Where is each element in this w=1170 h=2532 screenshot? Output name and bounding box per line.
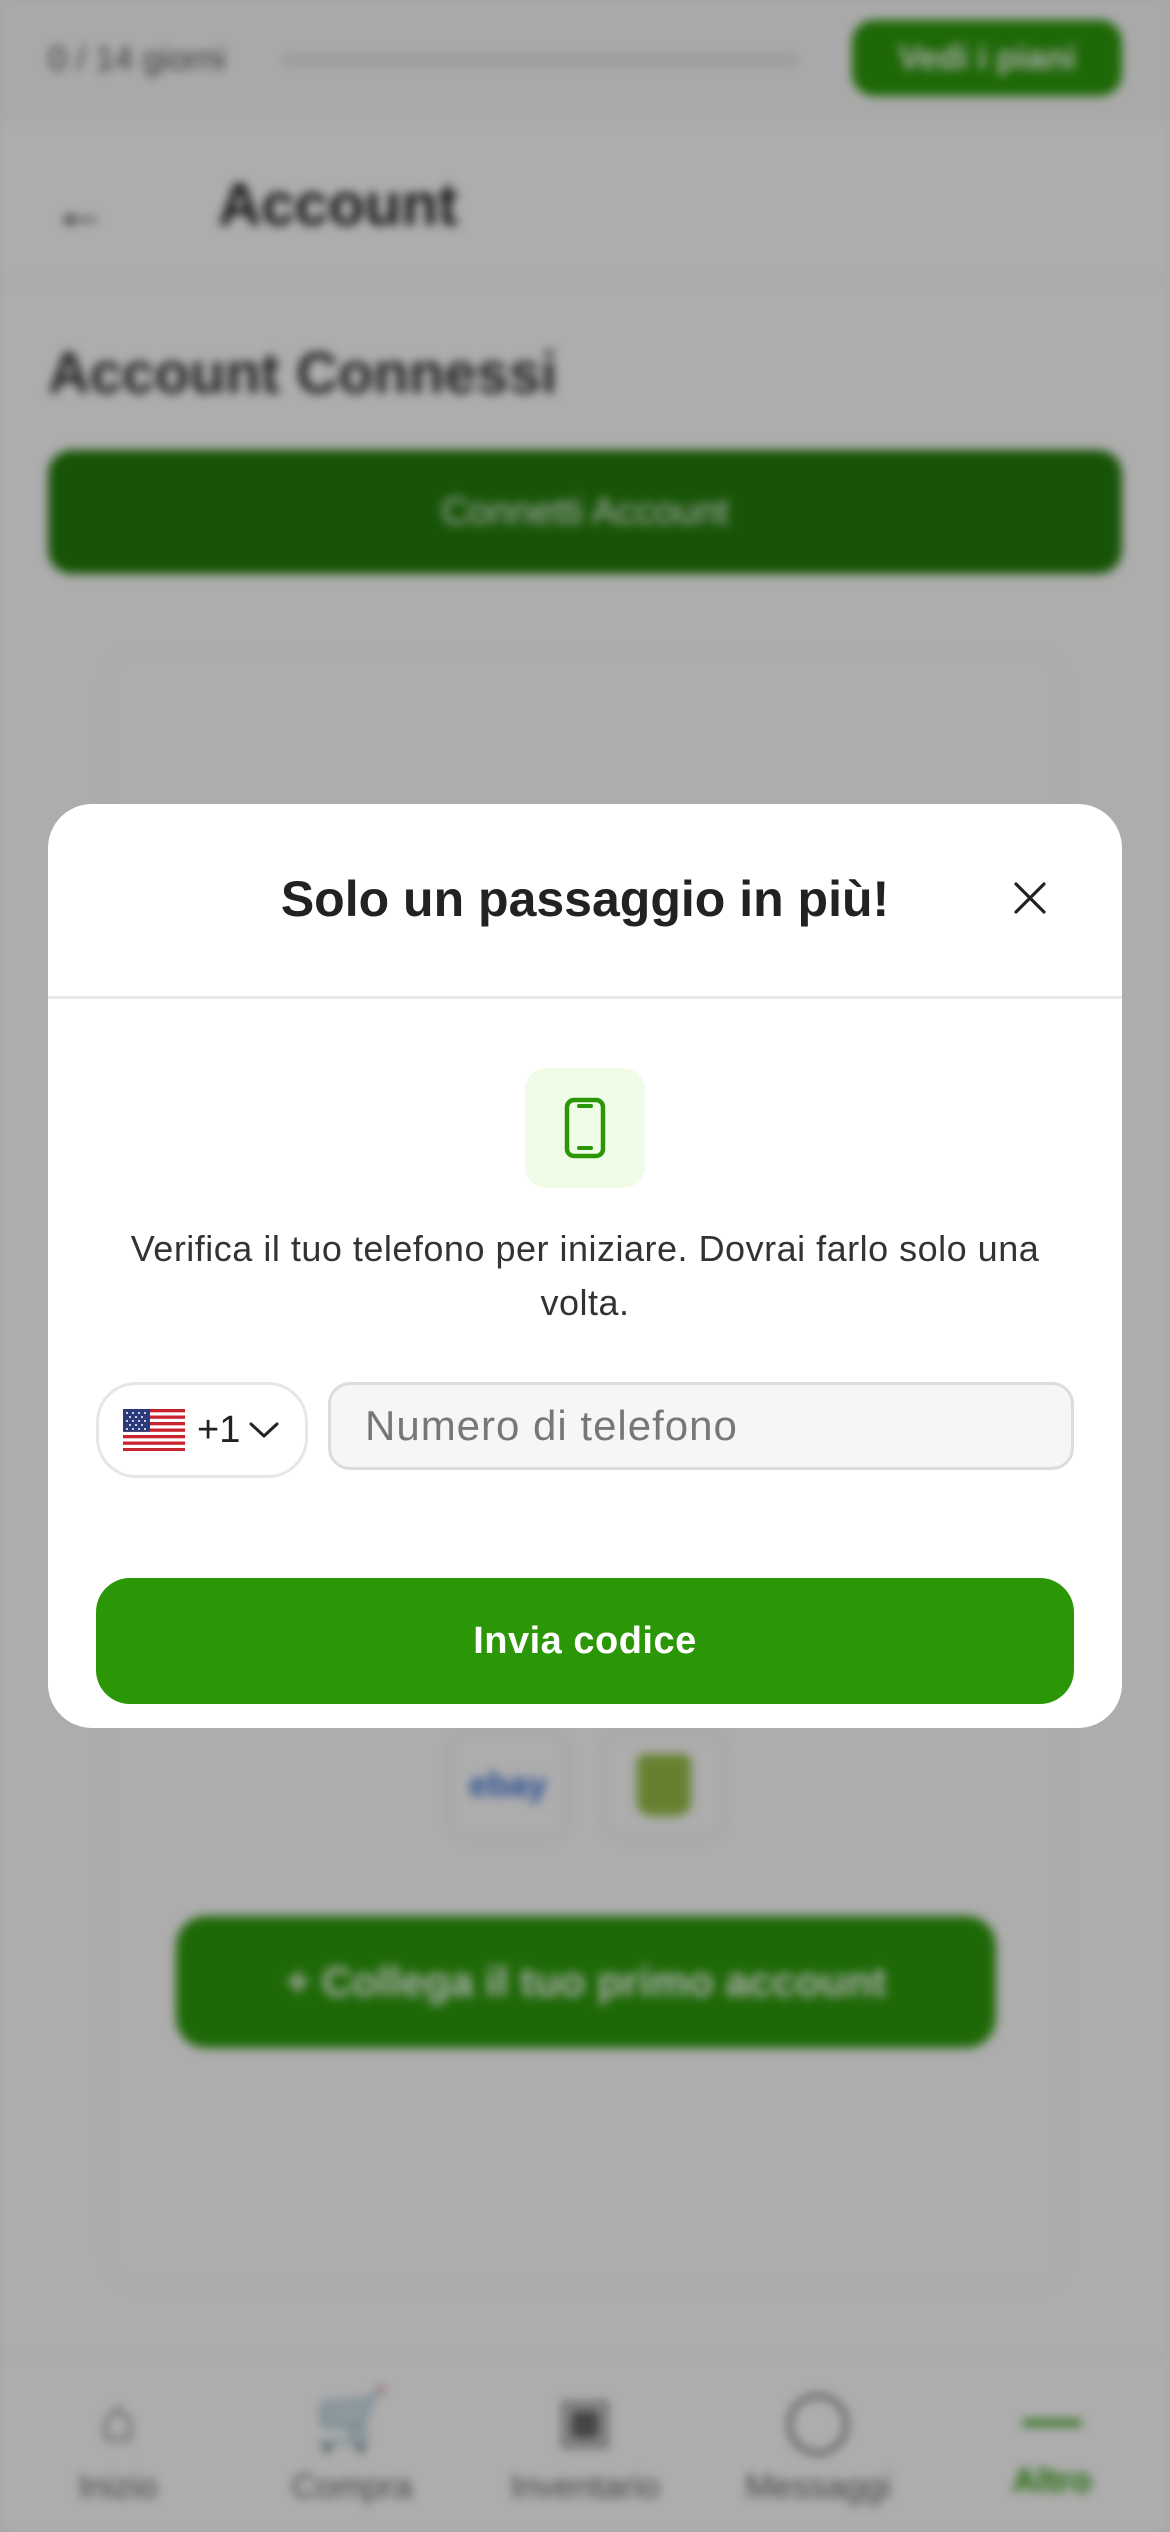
- chevron-down-icon: [249, 1422, 279, 1438]
- modal-description: Verifica il tuo telefono per iniziare. D…: [130, 1228, 1040, 1323]
- country-code-select[interactable]: +1: [96, 1382, 308, 1478]
- phone-number-input[interactable]: [328, 1382, 1074, 1470]
- phone-icon-tile: [525, 1068, 645, 1188]
- close-icon: [1014, 882, 1046, 914]
- close-button[interactable]: [1000, 868, 1060, 928]
- modal-divider: [48, 996, 1122, 999]
- country-code-value: +1: [197, 1408, 241, 1451]
- us-flag-icon: [123, 1409, 185, 1451]
- smartphone-icon: [564, 1097, 606, 1159]
- send-code-button[interactable]: Invia codice: [96, 1578, 1074, 1704]
- verify-phone-modal: Solo un passaggio in più! Verifica il tu…: [48, 804, 1122, 1728]
- modal-title: Solo un passaggio in più!: [280, 871, 890, 927]
